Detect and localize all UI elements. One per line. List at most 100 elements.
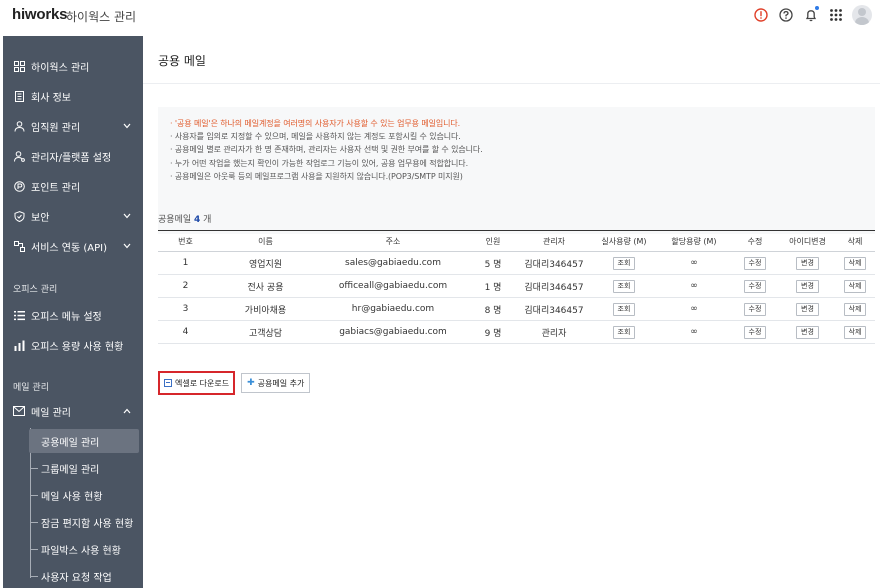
person-icon: [13, 120, 25, 132]
admin-title: 하이웍스 관리: [66, 10, 137, 24]
cell-admin: 김대리346457: [518, 274, 590, 298]
change-id-button[interactable]: 변경: [796, 302, 819, 316]
cell-address: sales@gabiaedu.com: [318, 251, 468, 275]
sidebar-item-security[interactable]: 보안: [3, 202, 143, 230]
cell-admin: 김대리346457: [518, 251, 590, 275]
sidebar-item-label: 오피스 용량 사용 현황: [31, 341, 124, 353]
col-address: 주소: [318, 230, 468, 252]
sidebar: 하이웍스 관리 회사 정보 임직원 관리 관리자/플랫폼 설정 포인트 관리 보…: [3, 36, 143, 588]
notice-box: · '공용 메일'은 하나의 메일계정을 여러명의 사용자가 사용할 수 있는 …: [158, 107, 875, 234]
chevron-down-icon: [123, 211, 131, 222]
cell-number: 4: [158, 320, 213, 344]
notice-line: · 공용메일 별로 관리자가 한 명 존재하며, 관리자는 사용자 선택 및 권…: [170, 145, 483, 155]
chevron-down-icon: [123, 241, 131, 252]
sidebar-item-api[interactable]: 서비스 연동 (API): [3, 232, 143, 260]
table-header: 번호 이름 주소 인원 관리자 실사용량 (M) 할당용량 (M) 수정 아이디…: [158, 230, 875, 252]
sidebar-sub-locked-mailbox[interactable]: 잠금 편지함 사용 현황: [29, 510, 139, 534]
list-icon: [13, 309, 25, 321]
avatar[interactable]: [852, 5, 872, 25]
edit-button[interactable]: 수정: [743, 279, 767, 293]
excel-download-button[interactable]: 엑셀로 다운로드: [158, 371, 236, 395]
divider: [143, 83, 880, 84]
change-id-button[interactable]: 변경: [796, 279, 819, 293]
sidebar-item-points[interactable]: 포인트 관리: [3, 172, 143, 200]
sidebar-item-label: 보안: [31, 212, 50, 224]
bell-icon[interactable]: [802, 6, 820, 24]
hiworks-logo[interactable]: hiworks: [12, 6, 67, 23]
usage-view-button[interactable]: 조회: [612, 256, 636, 270]
delete-button[interactable]: 삭제: [843, 325, 867, 339]
shield-icon: [13, 210, 25, 222]
chevron-down-icon: [123, 121, 131, 132]
sidebar-item-office-menu[interactable]: 오피스 메뉴 설정: [3, 301, 143, 329]
usage-view-button[interactable]: 조회: [612, 302, 636, 316]
cell-quota: ∞: [658, 274, 730, 298]
notice-line: · 누가 어떤 작업을 했는지 확인이 가능한 작업로그 기능이 있어, 공용 …: [170, 158, 469, 168]
usage-view-button[interactable]: 조회: [612, 325, 636, 339]
count-value: 4: [194, 215, 201, 225]
apps-grid-icon[interactable]: [827, 6, 845, 24]
delete-button[interactable]: 삭제: [843, 256, 867, 270]
col-admin: 관리자: [518, 230, 590, 252]
col-usage: 실사용량 (M): [590, 230, 658, 252]
sidebar-item-label: 임직원 관리: [31, 122, 81, 134]
table-row: 1 영업지원 sales@gabiaedu.com 5 명 김대리346457 …: [158, 251, 875, 275]
sidebar-item-mail-admin[interactable]: 메일 관리: [3, 397, 143, 425]
cell-quota: ∞: [658, 251, 730, 275]
sidebar-item-label: 하이웍스 관리: [31, 62, 90, 74]
sidebar-item-label: 오피스 메뉴 설정: [31, 311, 102, 323]
col-name: 이름: [213, 230, 318, 252]
edit-button[interactable]: 수정: [743, 302, 767, 316]
cell-address: officeall@gabiaedu.com: [318, 274, 468, 298]
sidebar-item-hiworks-admin[interactable]: 하이웍스 관리: [3, 52, 143, 80]
sidebar-item-label: 메일 관리: [31, 407, 71, 419]
table-row: 3 가비아채용 hr@gabiaedu.com 8 명 김대리346457 조회…: [158, 297, 875, 321]
help-icon[interactable]: [777, 6, 795, 24]
cell-quota: ∞: [658, 297, 730, 321]
col-change-id: 아이디변경: [780, 230, 835, 252]
change-id-button[interactable]: 변경: [796, 325, 819, 339]
cell-address: gabiacs@gabiaedu.com: [318, 320, 468, 344]
add-shared-mail-label: 공용메일 추가: [257, 378, 305, 388]
top-bar: hiworks 하이웍스 관리: [0, 0, 880, 32]
excel-icon: [164, 379, 172, 387]
add-shared-mail-button[interactable]: ✚ 공용메일 추가: [241, 373, 311, 393]
action-row: 엑셀로 다운로드 ✚ 공용메일 추가: [158, 371, 311, 395]
col-quota: 할당용량 (M): [658, 230, 730, 252]
sidebar-item-label: 서비스 연동 (API): [31, 242, 107, 254]
sidebar-sub-group-mail[interactable]: 그룹메일 관리: [29, 456, 139, 480]
page-title: 공용 메일: [158, 54, 206, 68]
col-number: 번호: [158, 230, 213, 252]
change-id-button[interactable]: 변경: [796, 256, 819, 270]
mail-group-label: 메일 관리: [13, 383, 49, 393]
cell-members: 9 명: [468, 320, 518, 344]
cell-name: 고객상담: [213, 320, 318, 344]
sidebar-item-company-info[interactable]: 회사 정보: [3, 82, 143, 110]
col-delete: 삭제: [835, 230, 875, 252]
sidebar-item-office-usage[interactable]: 오피스 용량 사용 현황: [3, 331, 143, 359]
grid-icon: [13, 60, 25, 72]
shared-mail-table: 번호 이름 주소 인원 관리자 실사용량 (M) 할당용량 (M) 수정 아이디…: [158, 230, 875, 344]
delete-button[interactable]: 삭제: [843, 279, 867, 293]
building-icon: [13, 90, 25, 102]
edit-button[interactable]: 수정: [743, 325, 767, 339]
table-row: 4 고객상담 gabiacs@gabiaedu.com 9 명 관리자 조회 ∞…: [158, 320, 875, 344]
admin-icon: [13, 150, 25, 162]
office-group-label: 오피스 관리: [13, 285, 58, 295]
cell-name: 전사 공용: [213, 274, 318, 298]
alert-icon[interactable]: [752, 6, 770, 24]
sidebar-sub-user-requests[interactable]: 사용자 요청 작업: [29, 564, 139, 588]
edit-button[interactable]: 수정: [743, 256, 767, 270]
cell-admin: 김대리346457: [518, 297, 590, 321]
sidebar-item-admin-platform[interactable]: 관리자/플랫폼 설정: [3, 142, 143, 170]
sidebar-sub-shared-mail[interactable]: 공용메일 관리: [29, 429, 139, 453]
notice-line: · 공용메일은 아웃룩 등의 메일프로그램 사용을 지원하지 않습니다.(POP…: [170, 171, 463, 181]
col-members: 인원: [468, 230, 518, 252]
cell-name: 가비아채용: [213, 297, 318, 321]
cell-members: 1 명: [468, 274, 518, 298]
sidebar-sub-filebox-usage[interactable]: 파일박스 사용 현황: [29, 537, 139, 561]
sidebar-sub-mail-usage[interactable]: 메일 사용 현황: [29, 483, 139, 507]
usage-view-button[interactable]: 조회: [612, 279, 636, 293]
sidebar-item-employees[interactable]: 임직원 관리: [3, 112, 143, 140]
delete-button[interactable]: 삭제: [843, 302, 867, 316]
